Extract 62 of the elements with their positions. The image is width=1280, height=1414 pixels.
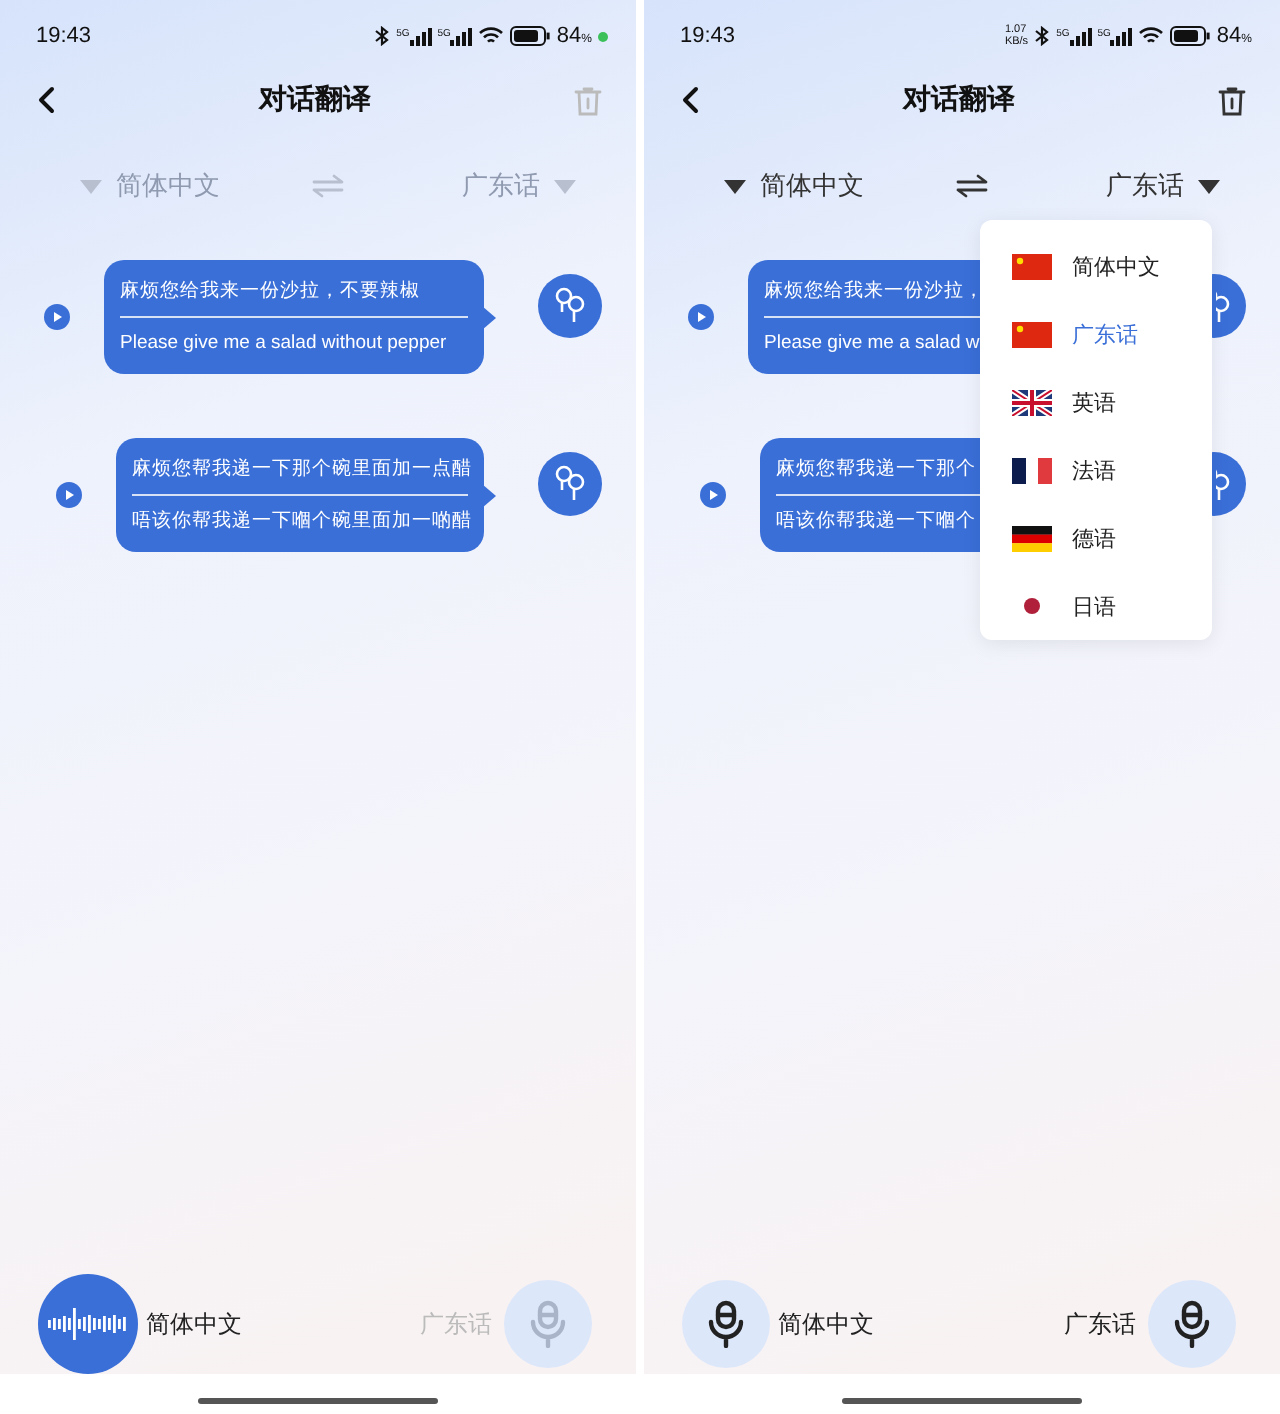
earbuds-button[interactable] <box>538 452 602 516</box>
screen-title: 对话翻译 <box>259 82 371 118</box>
caret-icon <box>80 179 102 193</box>
signal-icon <box>1110 27 1133 45</box>
microphone-icon <box>708 1300 744 1348</box>
back-button[interactable] <box>680 86 700 114</box>
back-button[interactable] <box>36 86 56 114</box>
microphone-button[interactable] <box>682 1280 770 1368</box>
signal-icon <box>1069 27 1092 45</box>
bluetooth-icon <box>1034 26 1051 46</box>
screen-title: 对话翻译 <box>903 82 1015 118</box>
microphone-icon <box>1174 1300 1210 1348</box>
bluetooth-icon <box>374 26 391 46</box>
language-option[interactable]: 德语 <box>980 504 1212 572</box>
play-button[interactable] <box>44 304 70 330</box>
language-label: 简体中文 <box>146 1307 242 1341</box>
translated-text: Please give me a salad w <box>764 330 980 356</box>
battery-icon <box>1170 26 1211 46</box>
caret-icon <box>554 179 576 193</box>
source-text: 麻烦您帮我递一下那个碗里面加一点醋 <box>132 456 472 484</box>
microphone-button[interactable] <box>1148 1280 1236 1368</box>
language-option[interactable]: 日语 <box>980 572 1212 640</box>
microphone-icon <box>530 1300 566 1348</box>
source-text: 麻烦您帮我递一下那个 <box>776 456 976 484</box>
waveform-icon <box>48 1308 128 1340</box>
translated-text: 唔该你帮我递一下嗰个碗里面加一啲醋 <box>132 508 472 534</box>
status-time: 19:43 <box>36 24 92 48</box>
flag-icon <box>1012 253 1052 279</box>
earbuds-icon <box>554 286 586 326</box>
source-language-selector[interactable]: 简体中文 <box>724 168 932 204</box>
language-option[interactable]: 英语 <box>980 368 1212 436</box>
wifi-icon <box>1138 26 1165 46</box>
caret-icon <box>724 179 746 193</box>
swap-icon[interactable] <box>956 174 988 198</box>
source-text: 麻烦您给我来一份沙拉， <box>764 278 984 306</box>
flag-icon <box>1012 321 1052 347</box>
status-time: 19:43 <box>680 24 736 48</box>
earbuds-button[interactable] <box>538 274 602 338</box>
caret-icon <box>1198 179 1220 193</box>
language-label: 广东话 <box>1064 1307 1136 1341</box>
play-button[interactable] <box>700 482 726 508</box>
flag-icon <box>1012 389 1052 415</box>
play-button[interactable] <box>56 482 82 508</box>
language-option[interactable]: 简体中文 <box>980 232 1212 300</box>
language-label: 简体中文 <box>778 1307 874 1341</box>
battery-icon <box>510 26 551 46</box>
delete-button[interactable] <box>1218 85 1246 115</box>
play-button[interactable] <box>688 304 714 330</box>
translated-text: Please give me a salad without pepper <box>120 330 447 356</box>
flag-icon <box>1024 598 1040 614</box>
translated-text: 唔该你帮我递一下嗰个 <box>776 508 976 534</box>
wifi-icon <box>478 26 505 46</box>
earbuds-icon <box>554 464 586 504</box>
target-language-selector[interactable]: 广东话 <box>1106 168 1220 204</box>
signal-icon <box>409 27 432 45</box>
flag-icon <box>1012 525 1052 551</box>
source-text: 麻烦您给我来一份沙拉，不要辣椒 <box>120 278 420 306</box>
language-option[interactable]: 法语 <box>980 436 1212 504</box>
language-option[interactable]: 广东话 <box>980 300 1212 368</box>
language-label: 广东话 <box>420 1307 492 1341</box>
flag-icon <box>1012 457 1052 483</box>
signal-icon <box>450 27 473 45</box>
